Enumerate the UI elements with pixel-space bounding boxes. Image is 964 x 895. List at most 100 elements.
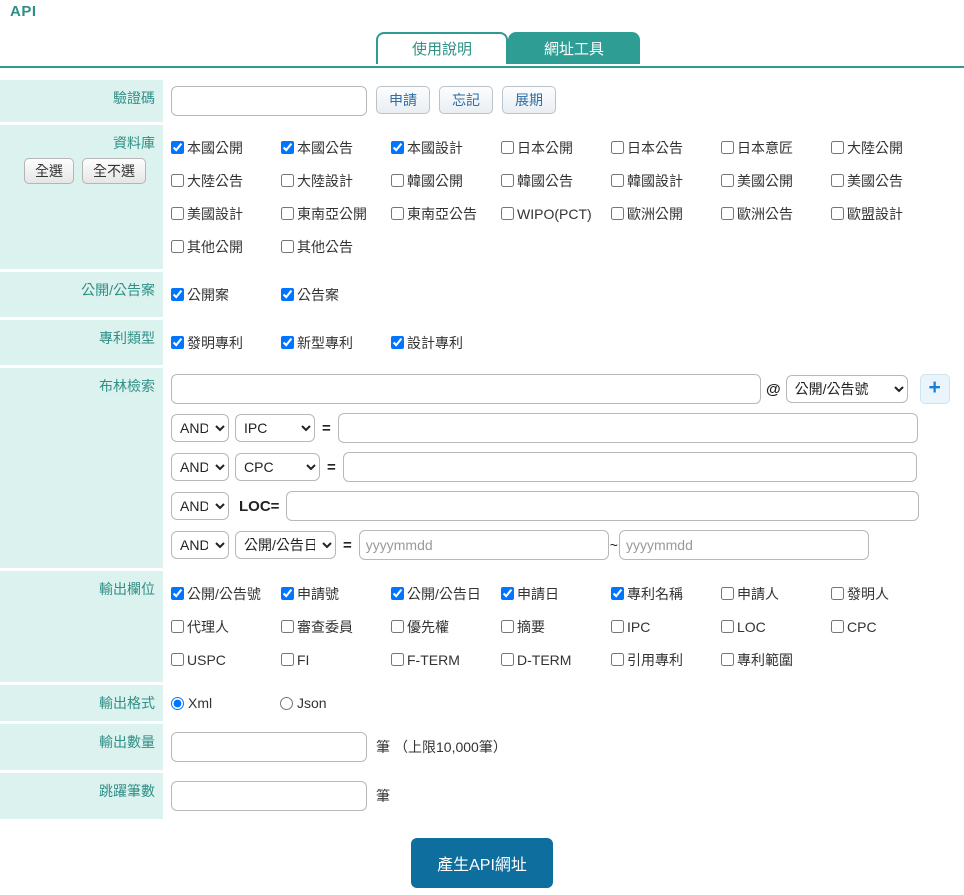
checkbox-out-18[interactable]: 引用專利	[611, 643, 721, 676]
boolean-value-input-loc[interactable]	[286, 491, 920, 521]
checkbox-input[interactable]	[831, 620, 844, 633]
checkbox-out-3[interactable]: 申請日	[501, 577, 611, 610]
apply-button[interactable]: 申請	[376, 86, 430, 114]
checkbox-db-11[interactable]: 韓國設計	[611, 164, 721, 197]
checkbox-db-5[interactable]: 日本意匠	[721, 131, 831, 164]
boolean-operator-select-ipc[interactable]: AND	[171, 414, 229, 442]
checkbox-input[interactable]	[391, 587, 404, 600]
checkbox-out-10[interactable]: 摘要	[501, 610, 611, 643]
skip-count-input[interactable]	[171, 781, 367, 811]
checkbox-out-17[interactable]: D-TERM	[501, 643, 611, 676]
checkbox-input[interactable]	[611, 620, 624, 633]
checkbox-db-22[interactable]: 其他公告	[281, 230, 391, 263]
checkbox-input[interactable]	[281, 207, 294, 220]
checkbox-out-6[interactable]: 發明人	[831, 577, 941, 610]
checkbox-input[interactable]	[611, 141, 624, 154]
checkbox-out-11[interactable]: IPC	[611, 610, 721, 643]
checkbox-out-1[interactable]: 申請號	[281, 577, 391, 610]
checkbox-input[interactable]	[171, 207, 184, 220]
checkbox-input[interactable]	[281, 288, 294, 301]
checkbox-input[interactable]	[171, 587, 184, 600]
checkbox-input[interactable]	[391, 174, 404, 187]
checkbox-input[interactable]	[391, 653, 404, 666]
checkbox-pub-1[interactable]: 公告案	[281, 278, 391, 311]
tab-url-tool[interactable]: 網址工具	[508, 32, 640, 64]
checkbox-input[interactable]	[831, 174, 844, 187]
select-none-button[interactable]: 全不選	[82, 158, 146, 184]
checkbox-db-2[interactable]: 本國設計	[391, 131, 501, 164]
checkbox-db-18[interactable]: 歐洲公開	[611, 197, 721, 230]
checkbox-out-12[interactable]: LOC	[721, 610, 831, 643]
checkbox-db-7[interactable]: 大陸公告	[171, 164, 281, 197]
checkbox-input[interactable]	[501, 174, 514, 187]
checkbox-db-4[interactable]: 日本公告	[611, 131, 721, 164]
checkbox-out-13[interactable]: CPC	[831, 610, 941, 643]
boolean-query-input[interactable]	[171, 374, 761, 404]
checkbox-input[interactable]	[171, 141, 184, 154]
auth-code-input[interactable]	[171, 86, 367, 116]
radio-input[interactable]	[280, 696, 293, 710]
checkbox-out-19[interactable]: 專利範圍	[721, 643, 831, 676]
forgot-button[interactable]: 忘記	[439, 86, 493, 114]
checkbox-db-20[interactable]: 歐盟設計	[831, 197, 941, 230]
add-condition-button[interactable]: +	[919, 374, 950, 404]
checkbox-input[interactable]	[391, 620, 404, 633]
checkbox-db-10[interactable]: 韓國公告	[501, 164, 611, 197]
checkbox-db-21[interactable]: 其他公開	[171, 230, 281, 263]
checkbox-out-0[interactable]: 公開/公告號	[171, 577, 281, 610]
checkbox-out-8[interactable]: 審查委員	[281, 610, 391, 643]
checkbox-db-19[interactable]: 歐洲公告	[721, 197, 831, 230]
checkbox-ptype-2[interactable]: 設計專利	[391, 326, 501, 359]
checkbox-db-8[interactable]: 大陸設計	[281, 164, 391, 197]
checkbox-db-0[interactable]: 本國公開	[171, 131, 281, 164]
checkbox-input[interactable]	[831, 587, 844, 600]
boolean-classification-select-ipc[interactable]: IPC	[235, 414, 315, 442]
checkbox-db-13[interactable]: 美國公告	[831, 164, 941, 197]
checkbox-ptype-0[interactable]: 發明專利	[171, 326, 281, 359]
checkbox-db-12[interactable]: 美國公開	[721, 164, 831, 197]
checkbox-input[interactable]	[281, 336, 294, 349]
checkbox-out-14[interactable]: USPC	[171, 643, 281, 676]
checkbox-input[interactable]	[171, 240, 184, 253]
checkbox-input[interactable]	[171, 620, 184, 633]
checkbox-input[interactable]	[611, 174, 624, 187]
boolean-date-field-select[interactable]: 公開/公告日	[235, 531, 336, 559]
checkbox-out-15[interactable]: FI	[281, 643, 391, 676]
checkbox-ptype-1[interactable]: 新型專利	[281, 326, 391, 359]
checkbox-input[interactable]	[831, 141, 844, 154]
checkbox-input[interactable]	[171, 653, 184, 666]
checkbox-input[interactable]	[281, 141, 294, 154]
radio-format-xml[interactable]: Xml	[171, 695, 280, 711]
select-all-button[interactable]: 全選	[24, 158, 74, 184]
checkbox-db-9[interactable]: 韓國公開	[391, 164, 501, 197]
date-to-input[interactable]	[618, 530, 869, 560]
checkbox-input[interactable]	[281, 587, 294, 600]
boolean-classification-select-cpc[interactable]: CPC	[235, 453, 320, 481]
checkbox-out-4[interactable]: 專利名稱	[611, 577, 721, 610]
checkbox-out-2[interactable]: 公開/公告日	[391, 577, 501, 610]
boolean-operator-select-date[interactable]: AND	[171, 531, 229, 559]
checkbox-input[interactable]	[721, 207, 734, 220]
checkbox-db-15[interactable]: 東南亞公開	[281, 197, 391, 230]
checkbox-out-5[interactable]: 申請人	[721, 577, 831, 610]
checkbox-input[interactable]	[611, 653, 624, 666]
checkbox-input[interactable]	[281, 653, 294, 666]
checkbox-input[interactable]	[831, 207, 844, 220]
checkbox-db-17[interactable]: WIPO(PCT)	[501, 197, 611, 230]
checkbox-input[interactable]	[281, 240, 294, 253]
checkbox-out-7[interactable]: 代理人	[171, 610, 281, 643]
boolean-operator-select-cpc[interactable]: AND	[171, 453, 229, 481]
boolean-operator-select-loc[interactable]: AND	[171, 492, 229, 520]
output-count-input[interactable]	[171, 732, 367, 762]
checkbox-input[interactable]	[611, 587, 624, 600]
checkbox-input[interactable]	[721, 141, 734, 154]
checkbox-input[interactable]	[721, 174, 734, 187]
extend-button[interactable]: 展期	[502, 86, 556, 114]
checkbox-input[interactable]	[611, 207, 624, 220]
boolean-field-select[interactable]: 公開/公告號	[785, 375, 908, 403]
checkbox-pub-0[interactable]: 公開案	[171, 278, 281, 311]
checkbox-input[interactable]	[501, 653, 514, 666]
boolean-value-input-ipc[interactable]	[337, 413, 918, 443]
checkbox-input[interactable]	[721, 653, 734, 666]
radio-input[interactable]	[171, 696, 184, 710]
